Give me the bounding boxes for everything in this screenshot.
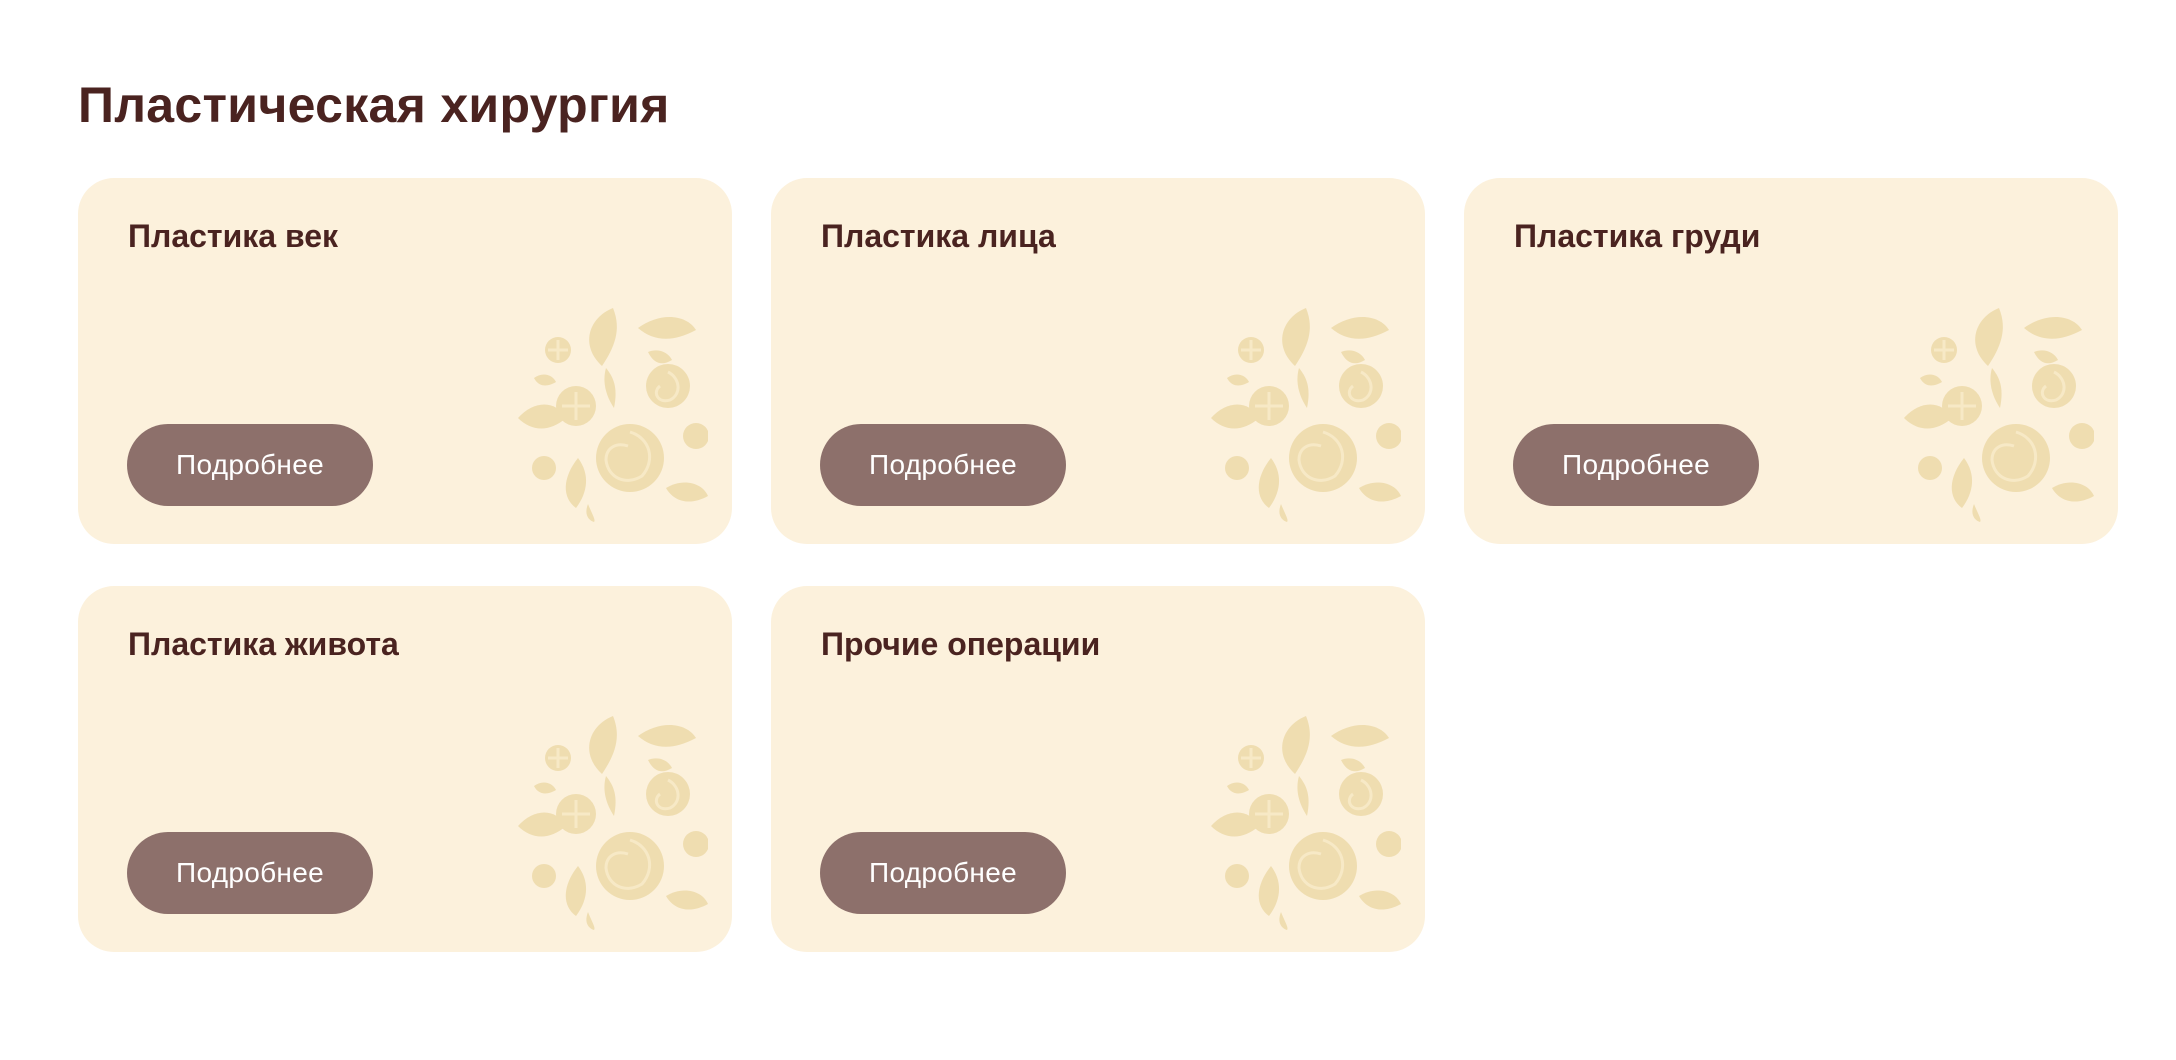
floral-ornament-icon: [1211, 308, 1401, 522]
page-title: Пластическая хирургия: [78, 77, 670, 133]
more-button[interactable]: Подробнее: [127, 424, 373, 506]
more-button[interactable]: Подробнее: [1513, 424, 1759, 506]
floral-ornament-icon: [518, 308, 708, 522]
service-card-face: Пластика лица Подробнее: [771, 178, 1425, 544]
services-grid: Пластика век Подробнее Пластика лица Под…: [78, 178, 2118, 952]
service-card-other: Прочие операции Подробнее: [771, 586, 1425, 952]
service-card-eyelids: Пластика век Подробнее: [78, 178, 732, 544]
card-title: Прочие операции: [821, 626, 1101, 662]
card-title: Пластика лица: [821, 218, 1056, 254]
floral-ornament-icon: [1211, 716, 1401, 930]
floral-ornament-icon: [518, 716, 708, 930]
card-title: Пластика груди: [1514, 218, 1761, 254]
card-title: Пластика век: [128, 218, 339, 254]
service-card-breast: Пластика груди Подробнее: [1464, 178, 2118, 544]
plastic-surgery-section: Пластическая хирургия Пластика век Подро…: [78, 70, 2118, 952]
service-card-abdomen: Пластика живота Подробнее: [78, 586, 732, 952]
card-title: Пластика живота: [128, 626, 399, 662]
more-button[interactable]: Подробнее: [820, 832, 1066, 914]
floral-ornament-icon: [1904, 308, 2094, 522]
more-button[interactable]: Подробнее: [820, 424, 1066, 506]
more-button[interactable]: Подробнее: [127, 832, 373, 914]
